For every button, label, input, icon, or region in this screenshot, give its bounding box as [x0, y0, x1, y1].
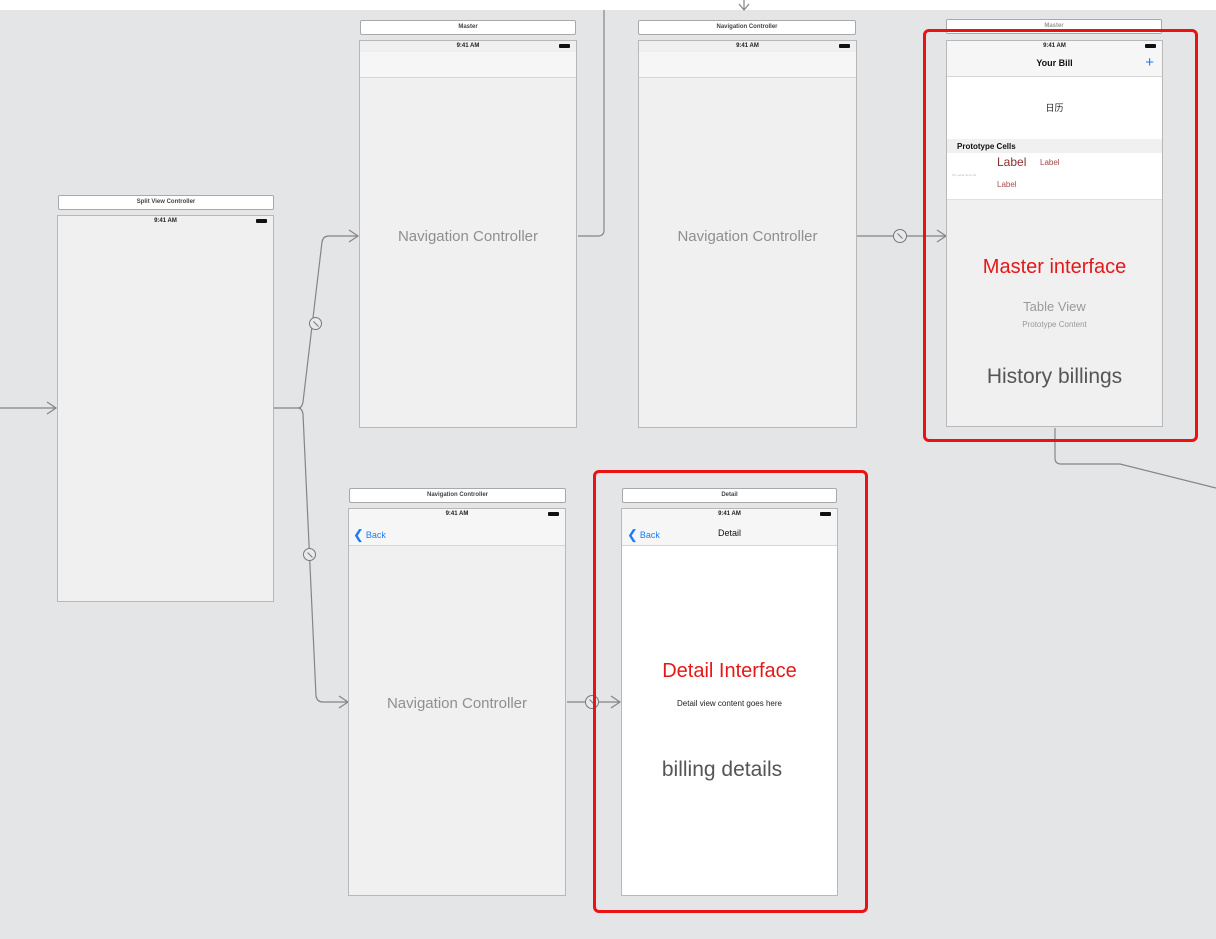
scene-placeholder-label: Navigation Controller	[397, 228, 539, 245]
chevron-left-icon: ❮	[353, 527, 364, 542]
segue-icon[interactable]	[309, 317, 322, 330]
master-interface-annotation: Master interface	[982, 256, 1127, 278]
back-button[interactable]: ❮ Back	[353, 526, 386, 542]
status-bar-time: 9:41 AM	[456, 43, 480, 49]
segue-icon[interactable]	[893, 229, 907, 243]
split-view-controller-scene[interactable]: 9:41 AM	[57, 215, 274, 602]
top-nav-title[interactable]: Navigation Controller	[638, 20, 856, 35]
nav-bar	[639, 52, 856, 78]
back-label: Back	[365, 530, 386, 540]
storyboard-canvas: Split View Controller 9:41 AM Master 9:4…	[0, 0, 1216, 939]
status-bar-time: 9:41 AM	[154, 218, 177, 224]
segue-icon[interactable]	[303, 548, 316, 561]
battery-icon	[559, 44, 570, 48]
billing-details-annotation: billing details	[661, 758, 783, 781]
scene-placeholder-label: Navigation Controller	[677, 228, 818, 245]
status-bar-time: 9:41 AM	[736, 43, 759, 49]
battery-icon	[548, 512, 559, 516]
bottom-nav-scene[interactable]: 9:41 AM ❮ Back Navigation Controller	[348, 508, 566, 896]
detail-interface-annotation: Detail Interface	[662, 660, 797, 682]
nav-bar	[360, 52, 576, 78]
history-billings-annotation: History billings	[986, 365, 1123, 388]
bottom-nav-title[interactable]: Navigation Controller	[349, 488, 566, 503]
split-view-controller-title[interactable]: Split View Controller	[58, 195, 274, 210]
master-nav-scene[interactable]: 9:41 AM Navigation Controller	[359, 40, 577, 428]
status-bar-time: 9:41 AM	[445, 511, 469, 517]
battery-icon	[839, 44, 850, 48]
top-nav-scene[interactable]: 9:41 AM Navigation Controller	[638, 40, 857, 428]
battery-icon	[256, 219, 267, 223]
nav-bar: 9:41 AM ❮ Back	[349, 509, 565, 546]
master-nav-title[interactable]: Master	[360, 20, 576, 35]
master-relationship-line	[578, 10, 605, 237]
scene-placeholder-label: Navigation Controller	[386, 695, 528, 712]
detail-annotation-box	[593, 470, 868, 913]
